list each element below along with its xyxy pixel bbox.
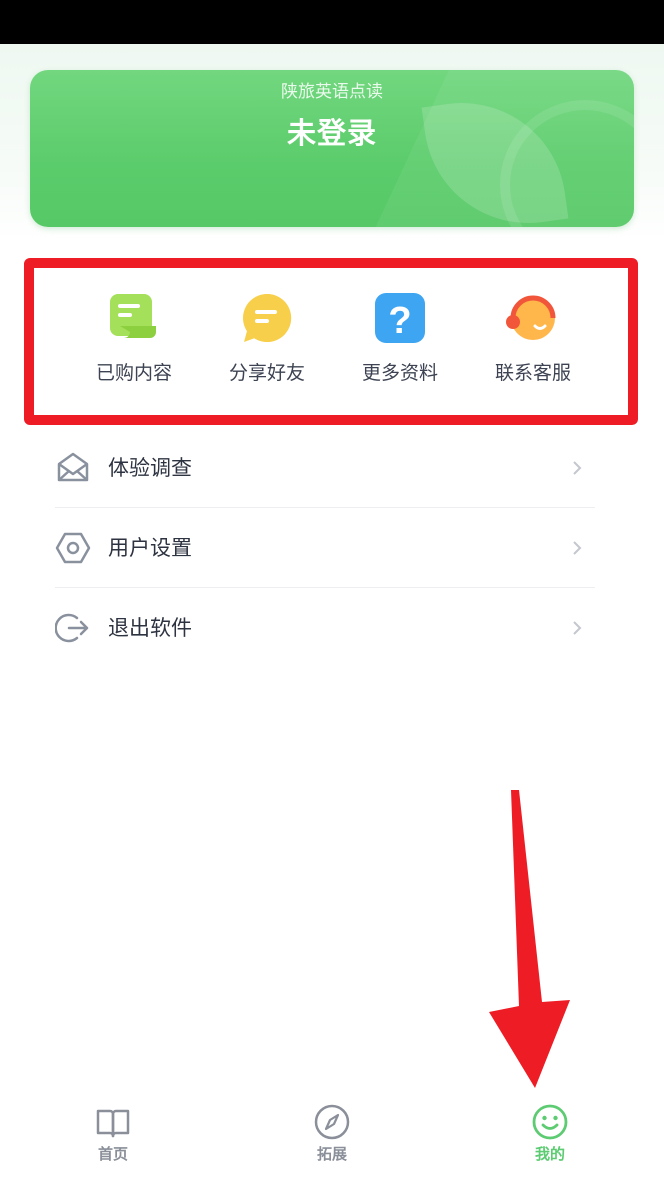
scroll-icon bbox=[110, 294, 156, 338]
quick-action-share[interactable]: 分享好友 bbox=[207, 290, 327, 385]
quick-action-customer-service[interactable]: 联系客服 bbox=[473, 290, 593, 385]
menu-item-user-settings[interactable]: 用户设置 bbox=[55, 508, 595, 588]
headset-icon bbox=[506, 295, 556, 340]
book-icon bbox=[96, 1109, 130, 1138]
chat-bubble-icon bbox=[243, 293, 292, 342]
quick-action-label: 分享好友 bbox=[228, 362, 305, 384]
smiley-icon bbox=[532, 1104, 568, 1140]
annotation-arrow-icon bbox=[489, 790, 570, 1088]
tab-label: 拓展 bbox=[316, 1145, 347, 1163]
bottom-tab-bar: 首页 拓展 我的 bbox=[0, 1095, 664, 1181]
quick-action-label: 更多资料 bbox=[361, 362, 438, 384]
quick-action-label: 联系客服 bbox=[494, 362, 571, 384]
hexagon-settings-icon bbox=[55, 532, 91, 564]
quick-action-more-materials[interactable]: ? 更多资料 bbox=[340, 290, 460, 385]
status-bar bbox=[0, 0, 664, 44]
tab-label: 首页 bbox=[97, 1145, 128, 1163]
quick-actions-panel: 已购内容 分享好友 ? 更多资料 联系客服 bbox=[24, 258, 638, 425]
tab-home[interactable]: 首页 bbox=[63, 1103, 163, 1164]
tab-label: 我的 bbox=[534, 1145, 565, 1163]
tab-mine[interactable]: 我的 bbox=[500, 1103, 600, 1164]
quick-action-purchased[interactable]: 已购内容 bbox=[74, 290, 194, 385]
question-icon: ? bbox=[375, 293, 425, 343]
svg-text:?: ? bbox=[388, 300, 411, 342]
menu-item-label: 体验调查 bbox=[108, 456, 192, 480]
menu-item-exit[interactable]: 退出软件 bbox=[55, 588, 595, 668]
quick-action-label: 已购内容 bbox=[95, 362, 172, 384]
chevron-right-icon bbox=[573, 621, 582, 635]
chevron-right-icon bbox=[573, 541, 582, 555]
compass-icon bbox=[314, 1104, 350, 1140]
logout-icon bbox=[55, 613, 89, 643]
chevron-right-icon bbox=[573, 461, 582, 475]
menu-item-label: 用户设置 bbox=[108, 536, 192, 560]
menu-item-survey[interactable]: 体验调查 bbox=[55, 428, 595, 508]
tab-explore[interactable]: 拓展 bbox=[282, 1103, 382, 1164]
menu-item-label: 退出软件 bbox=[108, 616, 192, 640]
profile-banner[interactable]: 陕旅英语点读 未登录 bbox=[30, 70, 634, 227]
app-name: 陕旅英语点读 bbox=[281, 82, 383, 102]
login-status[interactable]: 未登录 bbox=[30, 110, 634, 152]
envelope-icon bbox=[57, 452, 89, 482]
